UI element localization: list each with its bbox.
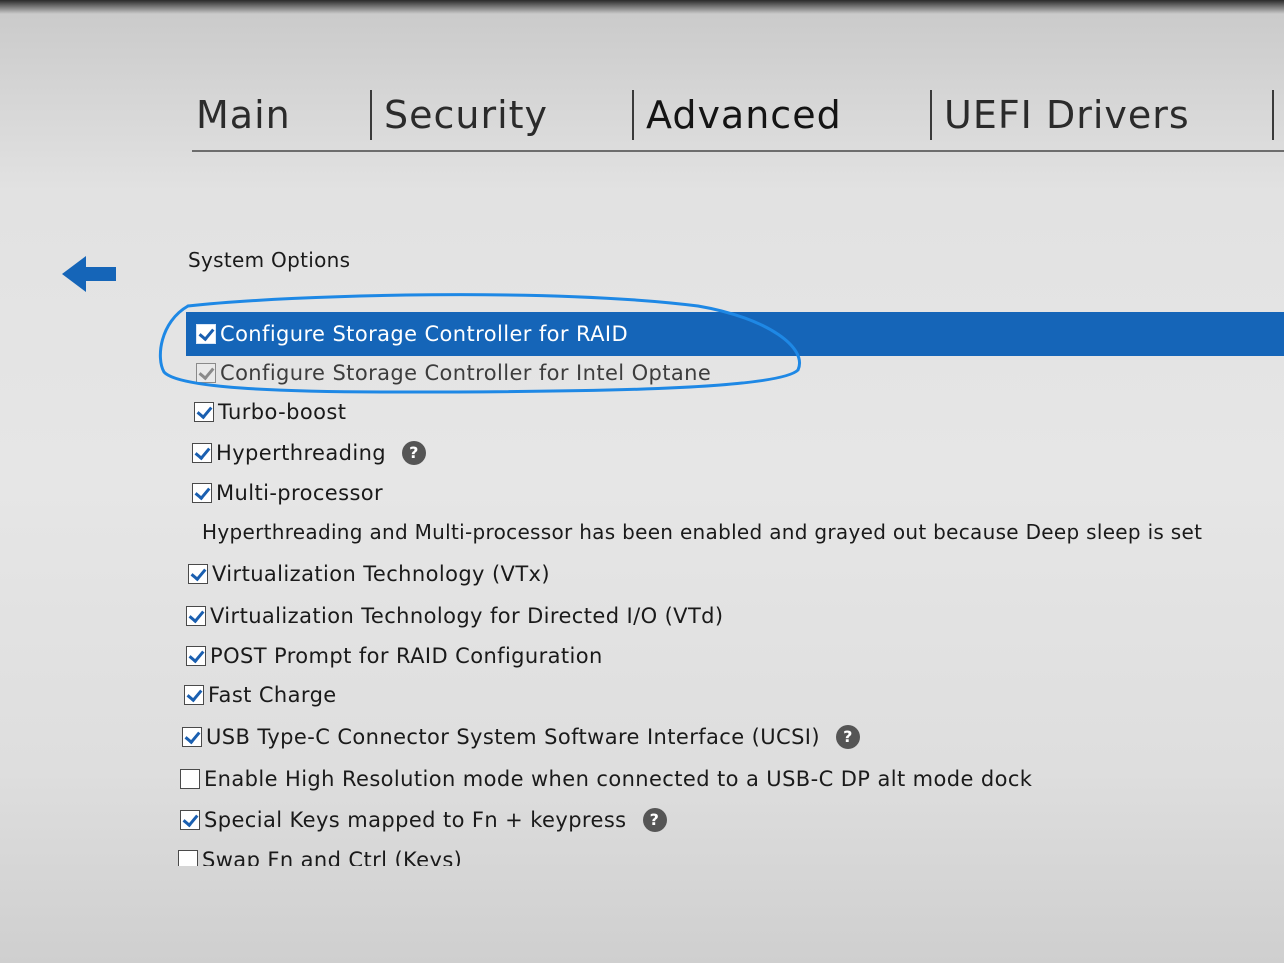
option-label: Turbo-boost	[218, 400, 347, 424]
screen-bezel	[0, 0, 1284, 14]
help-circle-icon[interactable]: ?	[402, 441, 427, 465]
option-label: Configure Storage Controller for RAID	[220, 322, 629, 346]
checkbox-hyperthreading[interactable]	[192, 443, 212, 463]
tab-separator	[632, 90, 634, 140]
tab-separator	[930, 90, 932, 140]
help-circle-icon[interactable]: ?	[642, 808, 667, 832]
tab-main[interactable]: Main	[196, 86, 291, 144]
tab-advanced[interactable]: Advanced	[646, 86, 842, 144]
option-label: Enable High Resolution mode when connect…	[204, 767, 1033, 791]
option-vtd[interactable]: Virtualization Technology for Directed I…	[186, 600, 724, 632]
checkbox-intel-optane	[196, 363, 216, 383]
option-high-resolution-dock[interactable]: Enable High Resolution mode when connect…	[180, 763, 1032, 795]
option-label: Special Keys mapped to Fn + keypress	[204, 808, 627, 832]
checkbox-high-resolution-dock[interactable]	[180, 769, 200, 789]
option-label: Hyperthreading	[216, 441, 387, 465]
tab-uefi-drivers[interactable]: UEFI Drivers	[944, 86, 1190, 144]
checkbox-vtx[interactable]	[188, 564, 208, 584]
option-vtx[interactable]: Virtualization Technology (VTx)	[188, 558, 550, 590]
help-circle-icon[interactable]: ?	[836, 725, 860, 749]
checkbox-ucsi[interactable]	[182, 727, 202, 747]
list-clip: Swap Fn and Ctrl (Keys)	[170, 846, 870, 866]
option-raid[interactable]: Configure Storage Controller for RAID	[186, 312, 1284, 356]
checkbox-raid[interactable]	[196, 324, 216, 344]
checkbox-fast-charge[interactable]	[184, 685, 204, 705]
checkbox-vtd[interactable]	[186, 606, 206, 626]
checkbox-swap-fn-ctrl[interactable]	[178, 850, 198, 866]
tab-separator	[1272, 90, 1274, 140]
tab-security[interactable]: Security	[384, 86, 548, 144]
option-post-prompt-raid[interactable]: POST Prompt for RAID Configuration	[186, 640, 603, 672]
checkbox-post-prompt-raid[interactable]	[186, 646, 206, 666]
option-label: Virtualization Technology for Directed I…	[210, 604, 724, 628]
checkbox-multi-processor[interactable]	[192, 483, 212, 503]
option-intel-optane: Configure Storage Controller for Intel O…	[196, 357, 711, 389]
option-special-keys[interactable]: Special Keys mapped to Fn + keypress ?	[180, 804, 667, 836]
checkbox-turbo-boost[interactable]	[194, 402, 214, 422]
arrow-left-icon[interactable]	[60, 254, 118, 294]
option-label: POST Prompt for RAID Configuration	[210, 644, 603, 668]
info-note: Hyperthreading and Multi-processor has b…	[202, 520, 1203, 544]
option-label: Multi-processor	[216, 481, 384, 505]
option-label: Swap Fn and Ctrl (Keys)	[202, 848, 463, 866]
option-label: USB Type-C Connector System Software Int…	[206, 725, 820, 749]
section-title: System Options	[188, 248, 351, 272]
option-multi-processor[interactable]: Multi-processor	[192, 477, 383, 509]
option-swap-fn-ctrl[interactable]: Swap Fn and Ctrl (Keys)	[178, 846, 462, 866]
option-turbo-boost[interactable]: Turbo-boost	[194, 396, 346, 428]
option-label: Configure Storage Controller for Intel O…	[220, 361, 712, 385]
tab-bar: Main Security Advanced UEFI Drivers	[192, 86, 1284, 152]
option-hyperthreading[interactable]: Hyperthreading ?	[192, 437, 427, 469]
option-fast-charge[interactable]: Fast Charge	[184, 679, 337, 711]
option-ucsi[interactable]: USB Type-C Connector System Software Int…	[182, 721, 860, 753]
option-label: Virtualization Technology (VTx)	[212, 562, 550, 586]
tab-separator	[370, 90, 372, 140]
option-label: Fast Charge	[208, 683, 337, 707]
checkbox-special-keys[interactable]	[180, 810, 200, 830]
